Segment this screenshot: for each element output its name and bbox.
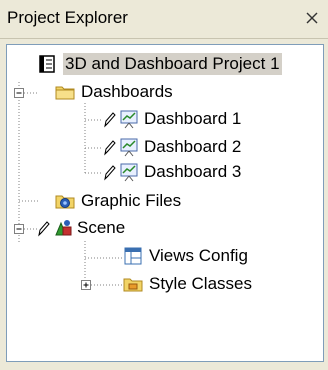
panel-title: Project Explorer xyxy=(7,8,128,27)
tree-node-style-classes[interactable]: Style Classes xyxy=(7,273,323,297)
tree-label-dashboard-1: Dashboard 1 xyxy=(144,109,242,128)
style-folder-icon xyxy=(123,278,143,292)
tree-node-dashboard-2[interactable]: Dashboard 2 xyxy=(7,136,323,160)
project-tree[interactable]: 3D and Dashboard Project 1 Dashboards Da… xyxy=(6,44,324,362)
tree-label-dashboard-3: Dashboard 3 xyxy=(144,162,242,181)
scene-shapes-icon xyxy=(55,220,72,236)
tree-label-graphic-files: Graphic Files xyxy=(81,191,182,210)
close-icon[interactable] xyxy=(300,6,324,30)
pencil-icon xyxy=(104,140,116,156)
pencil-icon xyxy=(38,221,50,237)
tree-node-scene[interactable]: Scene xyxy=(7,217,323,241)
tree-node-project-root[interactable]: 3D and Dashboard Project 1 xyxy=(7,53,323,77)
folder-icon xyxy=(55,86,75,100)
project-book-icon xyxy=(39,55,55,73)
tree-node-dashboard-3[interactable]: Dashboard 3 xyxy=(7,161,323,185)
tree-node-views-config[interactable]: Views Config xyxy=(7,245,323,269)
tree-label-dashboard-2: Dashboard 2 xyxy=(144,137,242,156)
dashboard-chart-icon xyxy=(120,138,138,157)
tree-label-style-classes: Style Classes xyxy=(149,274,252,293)
project-explorer-panel: Project Explorer 3D and Dashboard Projec… xyxy=(0,0,328,370)
tree-label-views-config: Views Config xyxy=(149,246,248,265)
dashboard-chart-icon xyxy=(120,110,138,129)
panel-titlebar: Project Explorer xyxy=(0,0,328,39)
pencil-icon xyxy=(104,112,116,128)
pencil-icon xyxy=(104,165,116,181)
tree-label-project-root: 3D and Dashboard Project 1 xyxy=(63,53,282,75)
graphic-files-icon xyxy=(55,195,75,209)
tree-node-graphic-files[interactable]: Graphic Files xyxy=(7,190,323,214)
dashboard-chart-icon xyxy=(120,163,138,182)
tree-label-dashboards: Dashboards xyxy=(81,82,173,101)
views-config-icon xyxy=(124,247,142,265)
tree-node-dashboards[interactable]: Dashboards xyxy=(7,81,323,105)
tree-node-dashboard-1[interactable]: Dashboard 1 xyxy=(7,108,323,132)
tree-label-scene: Scene xyxy=(77,218,126,237)
